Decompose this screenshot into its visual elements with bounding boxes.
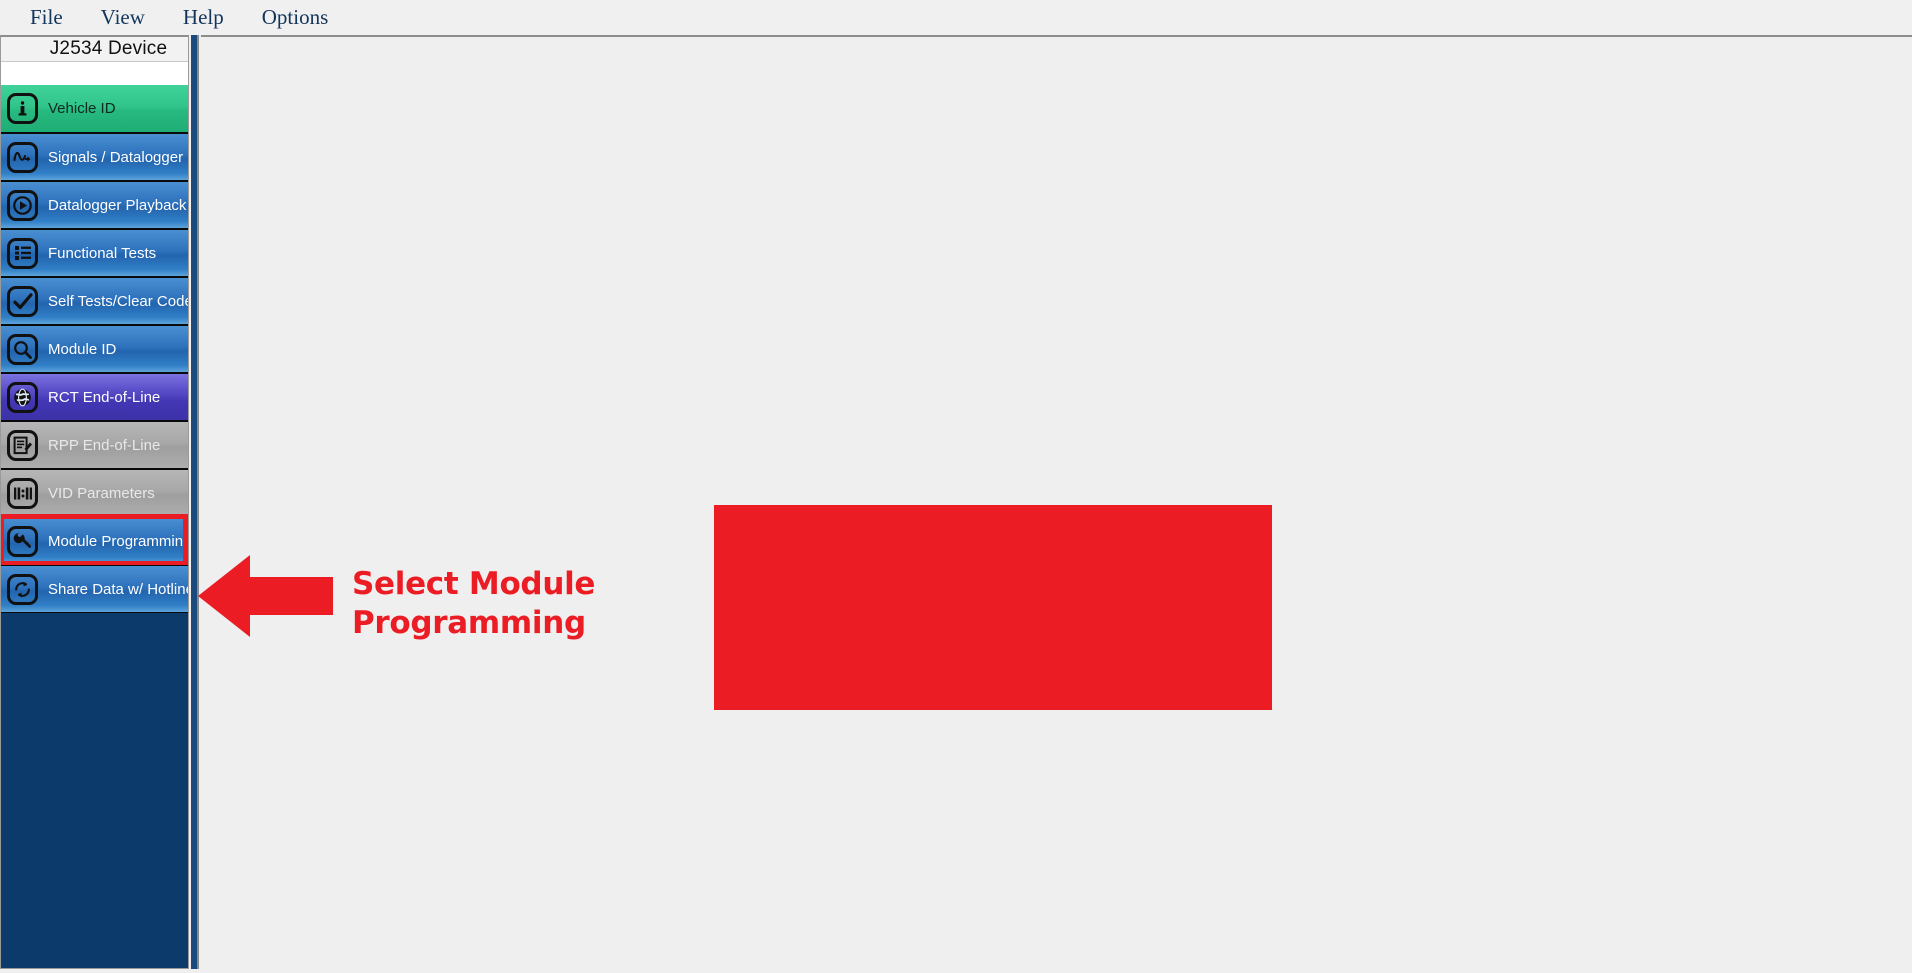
annotation-text: Select Module Programming xyxy=(352,565,652,643)
annotation-text-line1: Select Module xyxy=(352,566,596,602)
sidebar-header: J2534 Device xyxy=(1,37,188,62)
menu-item-options[interactable]: Options xyxy=(246,4,345,31)
sidebar-item-label: VID Parameters xyxy=(48,484,155,502)
sidebar-panel: J2534 Device Vehicle ID Signals / Datalo… xyxy=(0,35,189,969)
magnifier-icon xyxy=(7,333,38,365)
checkmark-icon xyxy=(7,285,38,317)
main-content-area xyxy=(201,35,1912,971)
document-edit-icon xyxy=(7,429,38,461)
workspace: J2534 Device Vehicle ID Signals / Datalo… xyxy=(0,35,1912,973)
one-to-one-icon xyxy=(7,477,38,509)
sidebar-empty-area xyxy=(1,613,188,943)
splitter-bar[interactable] xyxy=(191,35,199,969)
sidebar-item-vehicle-id[interactable]: Vehicle ID xyxy=(1,85,188,133)
sidebar-item-label: Share Data w/ Hotline xyxy=(48,580,189,598)
sidebar-item-functional-tests[interactable]: Functional Tests xyxy=(1,229,188,277)
sidebar-item-label: Self Tests/Clear Codes xyxy=(48,292,189,310)
menu-item-view[interactable]: View xyxy=(85,4,161,31)
menu-item-help[interactable]: Help xyxy=(167,4,240,31)
redaction-block xyxy=(714,505,1272,710)
info-icon xyxy=(7,93,38,124)
sidebar-item-label: Signals / Datalogger xyxy=(48,148,184,166)
sidebar-white-strip xyxy=(1,62,188,85)
globe-icon xyxy=(7,381,38,413)
sidebar-item-label: RCT End-of-Line xyxy=(48,388,161,406)
panel-splitter[interactable] xyxy=(190,35,201,971)
sidebar-item-module-programming[interactable]: Module Programming xyxy=(1,514,189,566)
sidebar-item-datalogger-playback[interactable]: Datalogger Playback xyxy=(1,181,188,229)
list-icon xyxy=(7,237,38,269)
menu-item-file[interactable]: File xyxy=(14,4,79,31)
sidebar-item-label: RPP End-of-Line xyxy=(48,436,161,454)
play-icon xyxy=(7,189,38,221)
sidebar-item-label: Vehicle ID xyxy=(48,100,116,117)
sidebar-item-module-id[interactable]: Module ID xyxy=(1,325,188,373)
sidebar-item-label: Datalogger Playback xyxy=(48,196,187,214)
sidebar-nav-list: Vehicle ID Signals / Datalogger Datalogg… xyxy=(1,85,188,613)
sidebar-item-rpp-end-of-line[interactable]: RPP End-of-Line xyxy=(1,421,188,469)
wrench-icon xyxy=(7,525,38,557)
sidebar-header-title: J2534 Device xyxy=(49,38,168,59)
waveform-icon xyxy=(7,141,38,173)
sidebar-item-rct-end-of-line[interactable]: RCT End-of-Line xyxy=(1,373,188,421)
sidebar-item-self-tests-clear-codes[interactable]: Self Tests/Clear Codes xyxy=(1,277,188,325)
annotation-text-line2: Programming xyxy=(352,604,586,641)
sidebar-item-signals-datalogger[interactable]: Signals / Datalogger xyxy=(1,133,188,181)
menu-bar: File View Help Options xyxy=(0,0,1912,35)
annotation-arrow-left-icon xyxy=(198,555,333,637)
sidebar-item-share-data-hotline[interactable]: Share Data w/ Hotline xyxy=(1,565,188,613)
sync-arrows-icon xyxy=(7,573,38,605)
sidebar-item-label: Module ID xyxy=(48,340,117,358)
sidebar-item-label: Module Programming xyxy=(48,532,189,550)
sidebar-item-label: Functional Tests xyxy=(48,244,157,262)
sidebar-item-vid-parameters[interactable]: VID Parameters xyxy=(1,469,188,517)
